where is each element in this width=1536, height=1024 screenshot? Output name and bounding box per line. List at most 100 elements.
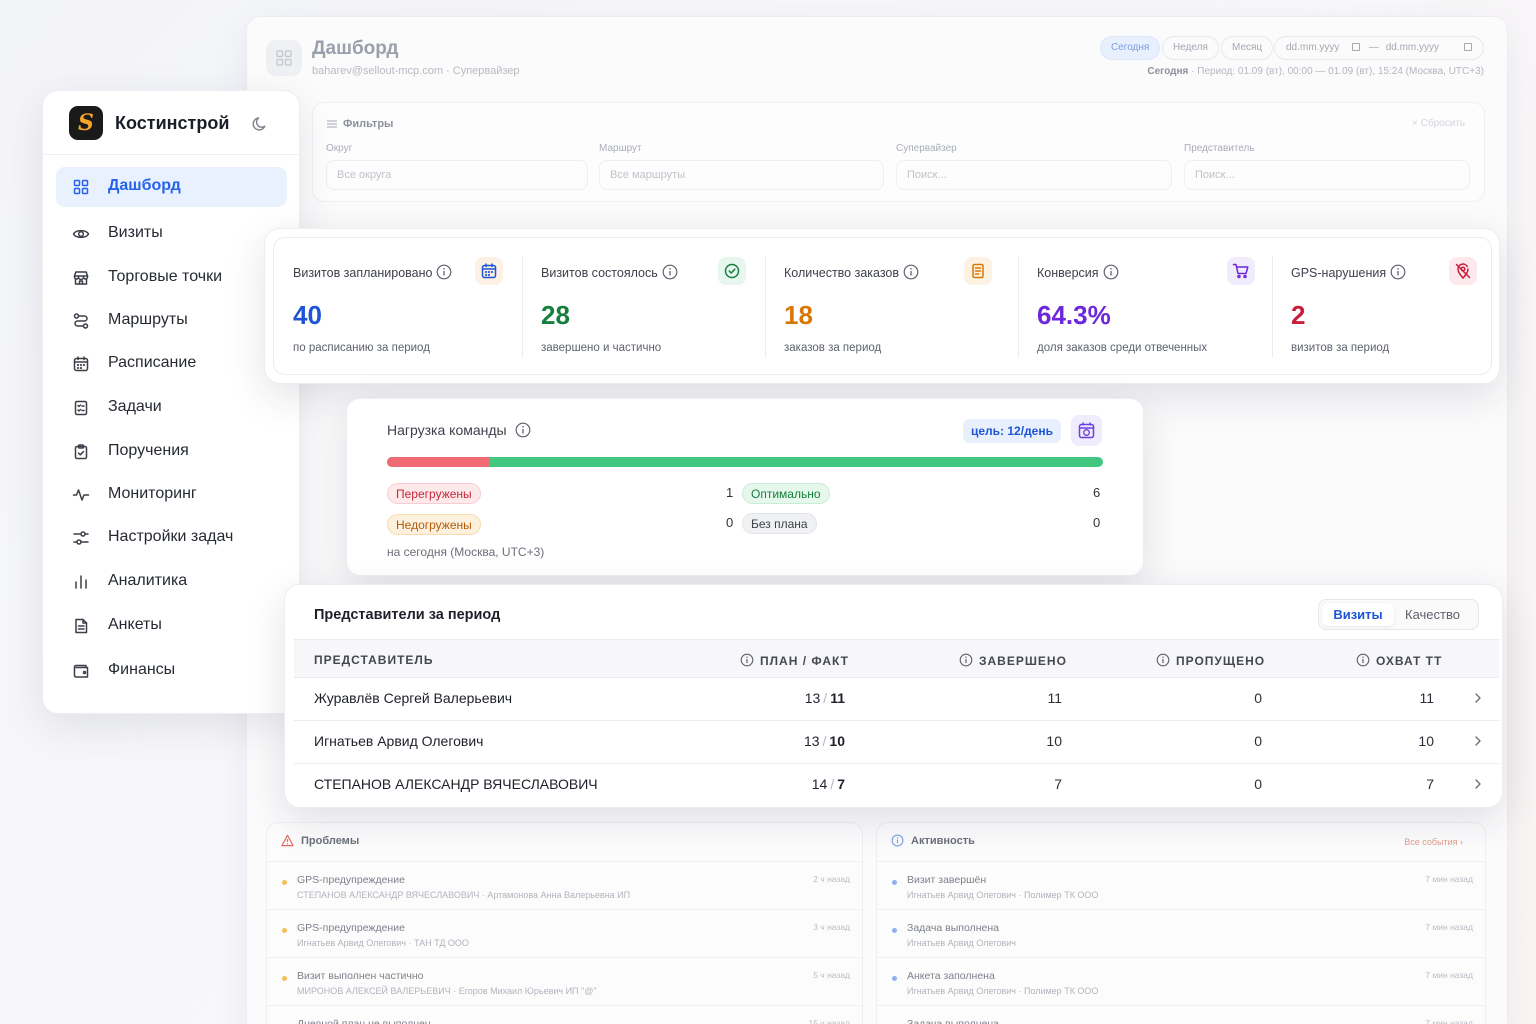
calendar-icon bbox=[72, 355, 90, 373]
list-item[interactable]: GPS-предупреждение Игнатьев Арвид Олегов… bbox=[267, 909, 862, 957]
done-cell: 11 bbox=[1047, 690, 1062, 706]
calendar-settings-button[interactable] bbox=[1071, 415, 1102, 446]
sidebar-item-label: Задачи bbox=[108, 398, 162, 415]
route-select[interactable]: Все маршруты bbox=[599, 160, 884, 190]
kpi-divider bbox=[1018, 256, 1019, 358]
kpi-label-text: Визитов запланировано bbox=[293, 266, 433, 280]
info-icon bbox=[959, 653, 979, 668]
team-load-bar bbox=[387, 457, 1103, 467]
filters-reset-label: Сбросить bbox=[1420, 118, 1466, 129]
chevron-right-icon[interactable] bbox=[1473, 735, 1483, 747]
tab-quality[interactable]: Качество bbox=[1405, 603, 1460, 626]
okrug-select[interactable]: Все округа bbox=[326, 160, 588, 190]
sidebar-item-3[interactable]: Маршруты bbox=[56, 301, 287, 341]
sidebar-item-11[interactable]: Финансы bbox=[56, 651, 287, 691]
table-row[interactable]: СТЕПАНОВ АЛЕКСАНДР ВЯЧЕСЛАВОВИЧ 14/7 7 0… bbox=[294, 764, 1499, 807]
sidebar-item-0[interactable]: Дашборд bbox=[56, 167, 287, 207]
table-row[interactable]: Журавлёв Сергей Валерьевич 13/11 11 0 11 bbox=[294, 678, 1499, 721]
item-title: Визит завершён bbox=[907, 874, 987, 886]
rep-label: Представитель bbox=[1184, 143, 1255, 154]
underloaded-chip: Недогружены bbox=[387, 514, 481, 535]
chevron-right-icon[interactable] bbox=[1473, 692, 1483, 704]
item-title: GPS-предупреждение bbox=[297, 874, 405, 886]
list-item[interactable]: Задача выполнена 7 мин назад bbox=[877, 1005, 1485, 1024]
list-item[interactable]: Визит выполнен частично МИРОНОВ АЛЕКСЕЙ … bbox=[267, 957, 862, 1005]
kpi-3: Конверсия 64.3% доля заказов среди отвеч… bbox=[1018, 238, 1272, 376]
sidebar-item-10[interactable]: Анкеты bbox=[56, 606, 287, 646]
period-month-button[interactable]: Месяц bbox=[1221, 36, 1274, 60]
supervisor-search-input[interactable]: Поиск... bbox=[896, 160, 1172, 190]
underloaded-count: 0 bbox=[726, 515, 734, 530]
info-icon[interactable] bbox=[436, 264, 452, 280]
item-title: Задача выполнена bbox=[907, 922, 999, 934]
rep-search-input[interactable]: Поиск... bbox=[1184, 160, 1470, 190]
sidebar-item-1[interactable]: Визиты bbox=[56, 214, 287, 254]
filters-title: Фильтры bbox=[343, 118, 394, 130]
item-sub: МИРОНОВ АЛЕКСЕЙ ВАЛЕРЬЕВИЧ · Егоров Миха… bbox=[297, 986, 597, 996]
sidebar-item-label: Поручения bbox=[108, 442, 189, 459]
kpi-label-text: GPS-нарушения bbox=[1291, 266, 1387, 280]
info-icon[interactable] bbox=[662, 264, 678, 280]
col-done[interactable]: ЗАВЕРШЕНО bbox=[959, 653, 1067, 668]
period-today-button[interactable]: Сегодня bbox=[1100, 36, 1161, 60]
kpi-label: GPS-нарушения bbox=[1291, 264, 1406, 280]
info-icon[interactable] bbox=[515, 422, 531, 438]
period-week-button[interactable]: Неделя bbox=[1162, 36, 1219, 60]
date-to-input[interactable]: dd.mm.yyyy bbox=[1386, 42, 1439, 53]
period-info: Сегодня · Период: 01.09 (вт), 00:00 — 01… bbox=[1147, 66, 1484, 77]
clipboard-check-icon bbox=[72, 443, 90, 461]
item-sub: Игнатьев Арвид Олегович bbox=[907, 938, 1016, 948]
filters-icon bbox=[326, 118, 338, 130]
col-representative[interactable]: ПРЕДСТАВИТЕЛЬ bbox=[314, 653, 433, 667]
list-item[interactable]: Задача выполнена Игнатьев Арвид Олегович… bbox=[877, 909, 1485, 957]
filters-reset-button[interactable]: × Сбросить bbox=[1412, 118, 1465, 129]
sidebar-item-label: Расписание bbox=[108, 354, 197, 371]
info-icon[interactable] bbox=[1103, 264, 1119, 280]
sidebar-item-9[interactable]: Аналитика bbox=[56, 562, 287, 602]
info-icon[interactable] bbox=[903, 264, 919, 280]
item-time: 7 мин назад bbox=[1425, 922, 1473, 932]
sidebar-item-5[interactable]: Задачи bbox=[56, 388, 287, 428]
sidebar-item-8[interactable]: Настройки задач bbox=[56, 518, 287, 558]
list-item[interactable]: Дневной план не выполнен 15 ч назад bbox=[267, 1005, 862, 1024]
date-from-input[interactable]: dd.mm.yyyy bbox=[1286, 42, 1339, 53]
kpi-divider bbox=[1272, 256, 1273, 358]
receipt-icon bbox=[964, 257, 992, 285]
tab-visits[interactable]: Визиты bbox=[1322, 603, 1394, 626]
item-time: 2 ч назад bbox=[813, 874, 850, 884]
col-done-label: ЗАВЕРШЕНО bbox=[979, 654, 1067, 668]
col-missed[interactable]: ПРОПУЩЕНО bbox=[1156, 653, 1265, 668]
sidebar-item-6[interactable]: Поручения bbox=[56, 432, 287, 472]
calendar-from-icon[interactable] bbox=[1352, 43, 1361, 51]
team-load-card: Нагрузка команды цель: 12/день Перегруже… bbox=[346, 398, 1144, 576]
fact-value: 7 bbox=[837, 776, 845, 792]
info-icon bbox=[740, 653, 760, 668]
moon-icon[interactable] bbox=[251, 115, 269, 133]
page-title: Дашборд bbox=[312, 38, 399, 59]
check-circle-icon bbox=[718, 257, 746, 285]
checklist-icon bbox=[72, 399, 90, 417]
sidebar-item-7[interactable]: Мониторинг bbox=[56, 475, 287, 515]
list-item[interactable]: GPS-предупреждение СТЕПАНОВ АЛЕКСАНДР ВЯ… bbox=[267, 861, 862, 909]
table-row[interactable]: Игнатьев Арвид Олегович 13/10 10 0 10 bbox=[294, 721, 1499, 764]
date-range-input[interactable]: dd.mm.yyyy — dd.mm.yyyy bbox=[1274, 36, 1484, 60]
all-events-link[interactable]: Все события › bbox=[1404, 837, 1463, 847]
col-coverage[interactable]: ОХВАТ ТТ bbox=[1356, 653, 1442, 668]
sidebar-item-label: Маршруты bbox=[108, 311, 188, 328]
sidebar-item-label: Торговые точки bbox=[108, 268, 223, 285]
kpi-label-text: Конверсия bbox=[1037, 266, 1099, 280]
list-item[interactable]: Анкета заполнена Игнатьев Арвид Олегович… bbox=[877, 957, 1485, 1005]
sidebar-item-4[interactable]: Расписание bbox=[56, 344, 287, 384]
chevron-right-icon[interactable] bbox=[1473, 778, 1483, 790]
coverage-cell: 10 bbox=[1418, 733, 1434, 749]
item-sub: Игнатьев Арвид Олегович · Полимер ТК ООО bbox=[907, 890, 1099, 900]
reps-tab-switch: Визиты Качество bbox=[1318, 599, 1479, 630]
list-item[interactable]: Визит завершён Игнатьев Арвид Олегович ·… bbox=[877, 861, 1485, 909]
rep-name: Игнатьев Арвид Олегович bbox=[314, 733, 484, 749]
rep-name: Журавлёв Сергей Валерьевич bbox=[314, 690, 513, 706]
sidebar-item-2[interactable]: Торговые точки bbox=[56, 258, 287, 298]
user-subtitle: baharev@sellout-mcp.com · Супервайзер bbox=[312, 65, 520, 77]
info-icon[interactable] bbox=[1390, 264, 1406, 280]
calendar-to-icon[interactable] bbox=[1463, 43, 1472, 51]
col-plan-fact[interactable]: ПЛАН / ФАКТ bbox=[740, 653, 849, 668]
